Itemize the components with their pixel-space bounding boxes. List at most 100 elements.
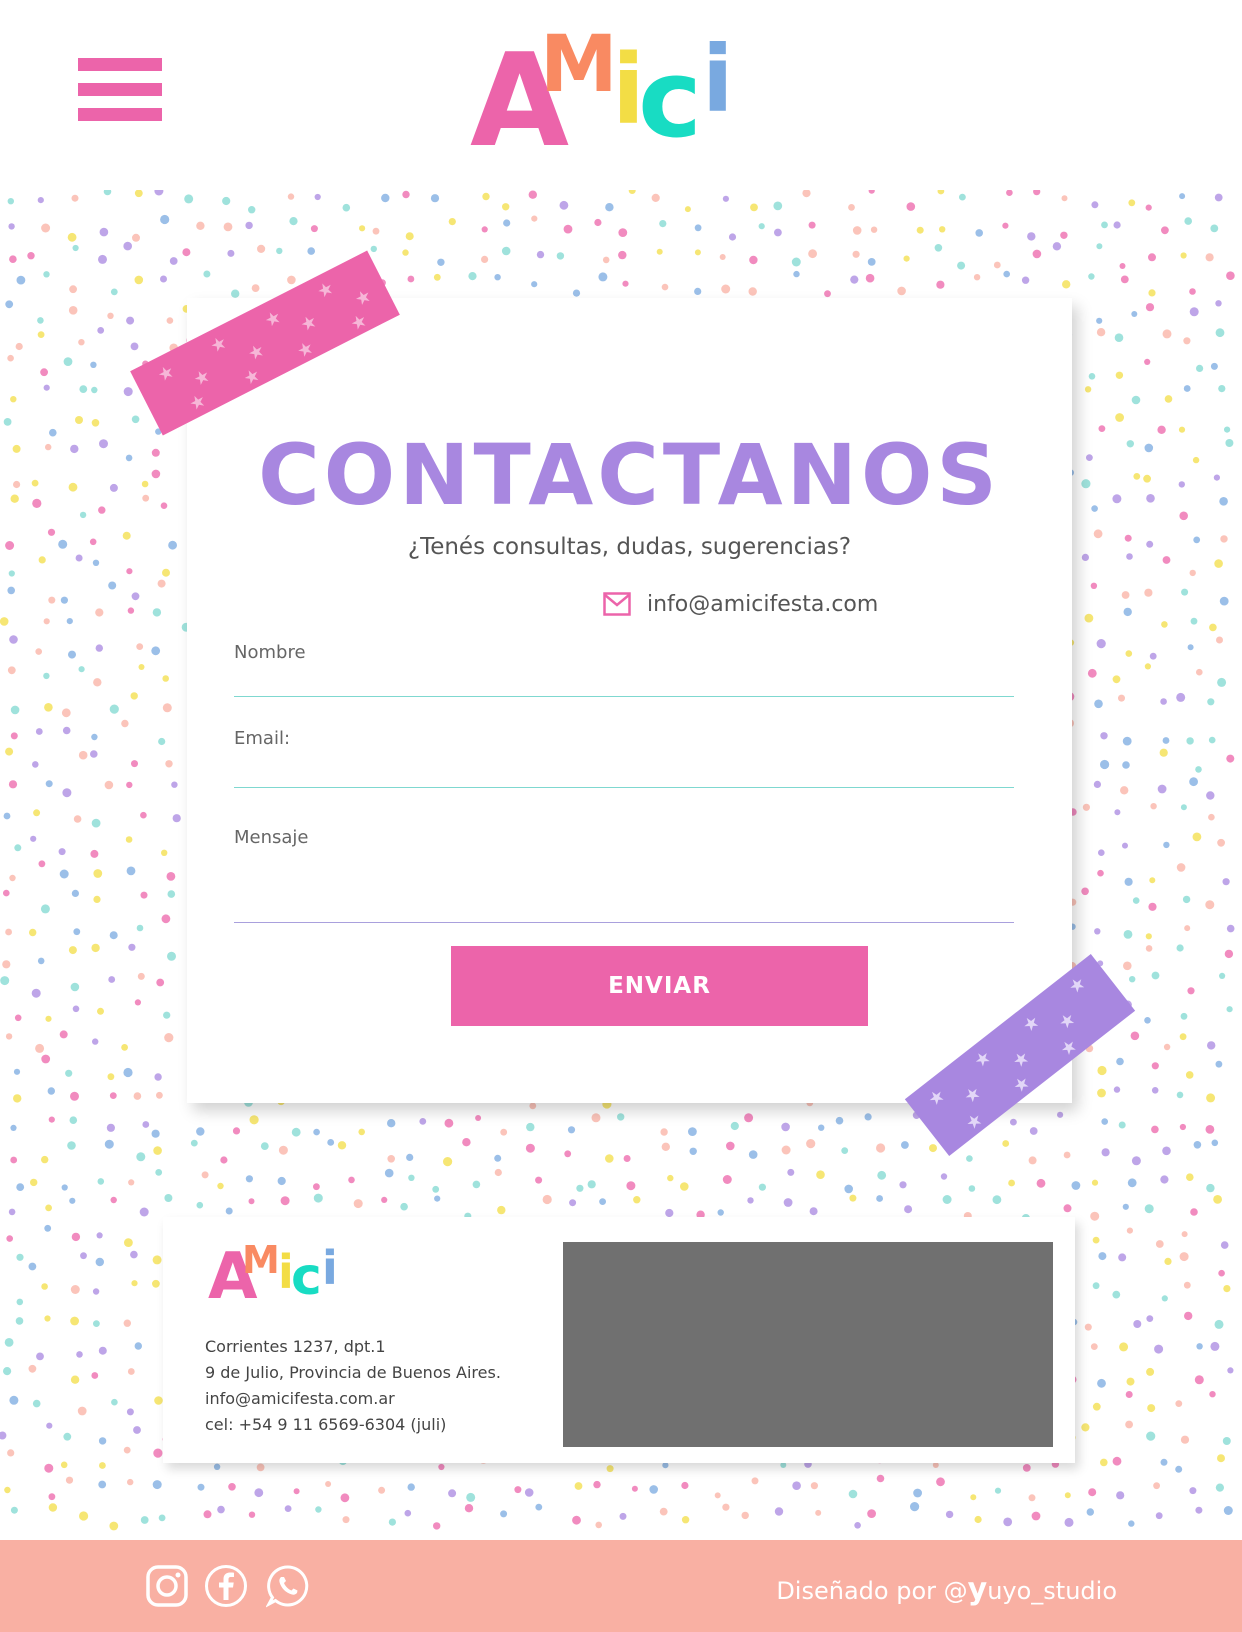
confetti-dot bbox=[45, 443, 52, 451]
footer-email[interactable]: info@amicifesta.com.ar bbox=[205, 1389, 395, 1408]
confetti-dot bbox=[161, 914, 171, 924]
facebook-icon[interactable] bbox=[204, 1564, 248, 1608]
confetti-dot bbox=[63, 357, 73, 366]
confetti-dot bbox=[197, 1483, 205, 1491]
email-input[interactable] bbox=[234, 750, 1018, 786]
confetti-dot bbox=[41, 1283, 48, 1290]
confetti-dot bbox=[1218, 385, 1226, 393]
confetti-dot bbox=[136, 1152, 146, 1162]
confetti-dot bbox=[1163, 841, 1170, 849]
confetti-dot bbox=[62, 726, 71, 735]
confetti-dot bbox=[152, 1255, 162, 1265]
contact-email-link[interactable]: info@amicifesta.com bbox=[647, 592, 878, 617]
confetti-dot bbox=[1161, 226, 1169, 235]
confetti-dot bbox=[67, 232, 77, 242]
designer-credit[interactable]: Diseñado por @yuyo_studio bbox=[776, 1572, 1117, 1607]
confetti-dot bbox=[79, 1511, 89, 1521]
confetti-dot bbox=[348, 1176, 355, 1184]
confetti-dot bbox=[126, 866, 136, 876]
confetti-dot bbox=[1146, 494, 1155, 503]
confetti-dot bbox=[448, 218, 456, 226]
confetti-dot bbox=[1127, 1178, 1137, 1188]
confetti-dot bbox=[388, 1518, 396, 1526]
confetti-dot bbox=[0, 617, 9, 626]
confetti-dot bbox=[37, 317, 44, 324]
confetti-dot bbox=[1092, 1236, 1100, 1244]
send-button[interactable]: ENVIAR bbox=[451, 946, 868, 1026]
confetti-dot bbox=[443, 1157, 453, 1167]
confetti-dot bbox=[758, 223, 765, 230]
confetti-dot bbox=[899, 1181, 907, 1189]
confetti-dot bbox=[1206, 791, 1215, 800]
confetti-dot bbox=[5, 928, 12, 936]
confetti-dot bbox=[10, 732, 18, 740]
confetti-dot bbox=[468, 272, 477, 281]
confetti-dot bbox=[75, 554, 83, 562]
confetti-dot bbox=[1096, 243, 1103, 250]
confetti-dot bbox=[190, 1139, 198, 1147]
confetti-dot bbox=[59, 1030, 68, 1039]
confetti-dot bbox=[1215, 1483, 1224, 1492]
confetti-dot bbox=[824, 290, 831, 298]
confetti-dot bbox=[1180, 1012, 1188, 1020]
confetti-dot bbox=[151, 1129, 160, 1138]
amici-logo[interactable]: A M i c i bbox=[470, 20, 740, 180]
confetti-dot bbox=[1180, 804, 1187, 811]
confetti-dot bbox=[156, 978, 165, 987]
email-underline bbox=[234, 787, 1014, 788]
confetti-dot bbox=[1210, 1341, 1220, 1351]
confetti-dot bbox=[126, 568, 133, 575]
footer-phone[interactable]: cel: +54 9 11 6569-6304 (juli) bbox=[205, 1415, 446, 1434]
confetti-dot bbox=[127, 1478, 134, 1486]
confetti-dot bbox=[136, 643, 144, 650]
confetti-dot bbox=[402, 190, 410, 199]
footer-amici-logo[interactable]: A M i c i bbox=[208, 1239, 343, 1319]
confetti-dot bbox=[277, 1176, 286, 1186]
confetti-dot bbox=[1207, 1041, 1216, 1050]
confetti-dot bbox=[5, 541, 15, 550]
confetti-dot bbox=[404, 1509, 412, 1517]
confetti-dot bbox=[633, 1196, 641, 1204]
confetti-dot bbox=[1151, 971, 1160, 980]
confetti-dot bbox=[3, 418, 12, 426]
confetti-dot bbox=[1086, 1508, 1095, 1516]
confetti-dot bbox=[38, 860, 46, 868]
hamburger-menu-icon[interactable] bbox=[78, 58, 162, 122]
map-placeholder[interactable] bbox=[563, 1242, 1053, 1447]
confetti-dot bbox=[1206, 1093, 1216, 1103]
confetti-dot bbox=[108, 976, 116, 983]
name-input[interactable] bbox=[234, 664, 1018, 696]
confetti-dot bbox=[1086, 454, 1093, 461]
confetti-dot bbox=[494, 1154, 502, 1162]
confetti-dot bbox=[594, 218, 602, 227]
confetti-dot bbox=[1183, 337, 1191, 345]
confetti-dot bbox=[8, 570, 15, 577]
confetti-dot bbox=[1196, 364, 1204, 372]
confetti-dot bbox=[722, 1503, 730, 1511]
confetti-dot bbox=[662, 1462, 669, 1469]
confetti-dot bbox=[48, 1503, 58, 1512]
confetti-dot bbox=[936, 280, 945, 289]
confetti-dot bbox=[1091, 1179, 1099, 1186]
confetti-dot bbox=[974, 1515, 982, 1524]
confetti-dot bbox=[1133, 473, 1141, 480]
confetti-dot bbox=[157, 579, 166, 588]
confetti-dot bbox=[992, 1195, 1002, 1205]
message-textarea[interactable] bbox=[234, 850, 1018, 924]
confetti-dot bbox=[626, 1181, 636, 1191]
confetti-dot bbox=[748, 287, 757, 296]
confetti-dot bbox=[134, 189, 143, 198]
confetti-dot bbox=[72, 1005, 80, 1013]
confetti-dot bbox=[1215, 300, 1222, 307]
confetti-dot bbox=[1126, 1377, 1135, 1386]
confetti-dot bbox=[121, 719, 129, 728]
confetti-dot bbox=[1096, 317, 1103, 324]
whatsapp-icon[interactable] bbox=[266, 1564, 310, 1608]
confetti-dot bbox=[667, 1174, 674, 1182]
confetti-dot bbox=[91, 386, 98, 394]
confetti-dot bbox=[1214, 1319, 1224, 1329]
instagram-icon[interactable] bbox=[145, 1564, 189, 1608]
confetti-dot bbox=[876, 1143, 886, 1153]
confetti-dot bbox=[1155, 1512, 1163, 1520]
confetti-dot bbox=[854, 1522, 861, 1529]
